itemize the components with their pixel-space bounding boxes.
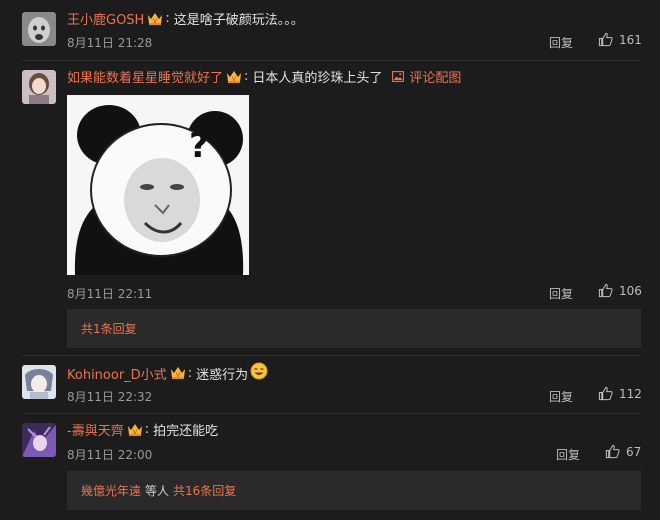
timestamp: 8月11日 22:32 — [67, 390, 153, 404]
username[interactable]: -壽與天齊 — [67, 420, 124, 439]
username[interactable]: Kohinoor_D小式 — [67, 364, 167, 383]
svg-text:?: ? — [189, 126, 209, 166]
comment-text: 这是啥子破颜玩法。。。 — [173, 13, 304, 28]
comment-text: 拍完还能吃 — [153, 424, 219, 439]
like-button[interactable]: 106 — [598, 283, 642, 298]
thumbs-up-icon — [598, 32, 613, 47]
replies-count[interactable]: 共1条回复 — [81, 320, 137, 337]
replies-expand-bar[interactable]: 幾億光年遠 等人 共16条回复 — [67, 471, 641, 510]
replies-expand-bar[interactable]: 共1条回复 — [67, 309, 641, 348]
reply-button[interactable]: 回复 — [549, 34, 573, 51]
divider — [22, 355, 641, 356]
smile-emoji-icon — [250, 362, 268, 384]
like-button[interactable]: 67 — [605, 444, 641, 459]
timestamp: 8月11日 22:00 — [67, 448, 153, 462]
avatar[interactable] — [22, 365, 56, 399]
thumbs-up-icon — [598, 283, 613, 298]
timestamp: 8月11日 21:28 — [67, 36, 153, 50]
vip-crown-icon: V — [226, 70, 242, 84]
like-button[interactable]: 112 — [598, 386, 642, 401]
vip-crown-icon: V — [127, 423, 143, 437]
avatar[interactable] — [22, 423, 56, 457]
comment-image-link[interactable]: 评论配图 — [392, 67, 461, 86]
divider — [22, 60, 641, 61]
vip-crown-icon: V — [147, 12, 163, 26]
replies-count[interactable]: 共16条回复 — [173, 482, 236, 499]
timestamp: 8月11日 22:11 — [67, 287, 153, 301]
comment-text: 迷惑行为 — [196, 367, 249, 383]
avatar[interactable] — [22, 70, 56, 104]
replies-mid-text: 等人 — [145, 484, 170, 498]
like-count: 106 — [619, 283, 642, 298]
like-count: 112 — [619, 386, 642, 401]
reply-button[interactable]: 回复 — [549, 388, 573, 405]
comment-text: 日本人真的珍珠上头了 — [252, 71, 383, 86]
reply-button[interactable]: 回复 — [556, 446, 580, 463]
avatar[interactable] — [22, 12, 56, 46]
thumbs-up-icon — [605, 444, 620, 459]
like-count: 67 — [626, 444, 642, 459]
reply-user-link[interactable]: 幾億光年遠 — [81, 482, 141, 499]
image-icon — [392, 71, 405, 82]
like-count: 161 — [619, 32, 642, 47]
divider — [22, 413, 641, 414]
reply-button[interactable]: 回复 — [549, 285, 573, 302]
username[interactable]: 如果能数着星星睡觉就好了 — [67, 67, 223, 86]
comment-image[interactable]: ? — [67, 95, 249, 275]
like-button[interactable]: 161 — [598, 32, 642, 47]
thumbs-up-icon — [598, 386, 613, 401]
vip-crown-icon: V — [170, 366, 186, 380]
username[interactable]: 王小鹿GOSH — [67, 9, 144, 28]
